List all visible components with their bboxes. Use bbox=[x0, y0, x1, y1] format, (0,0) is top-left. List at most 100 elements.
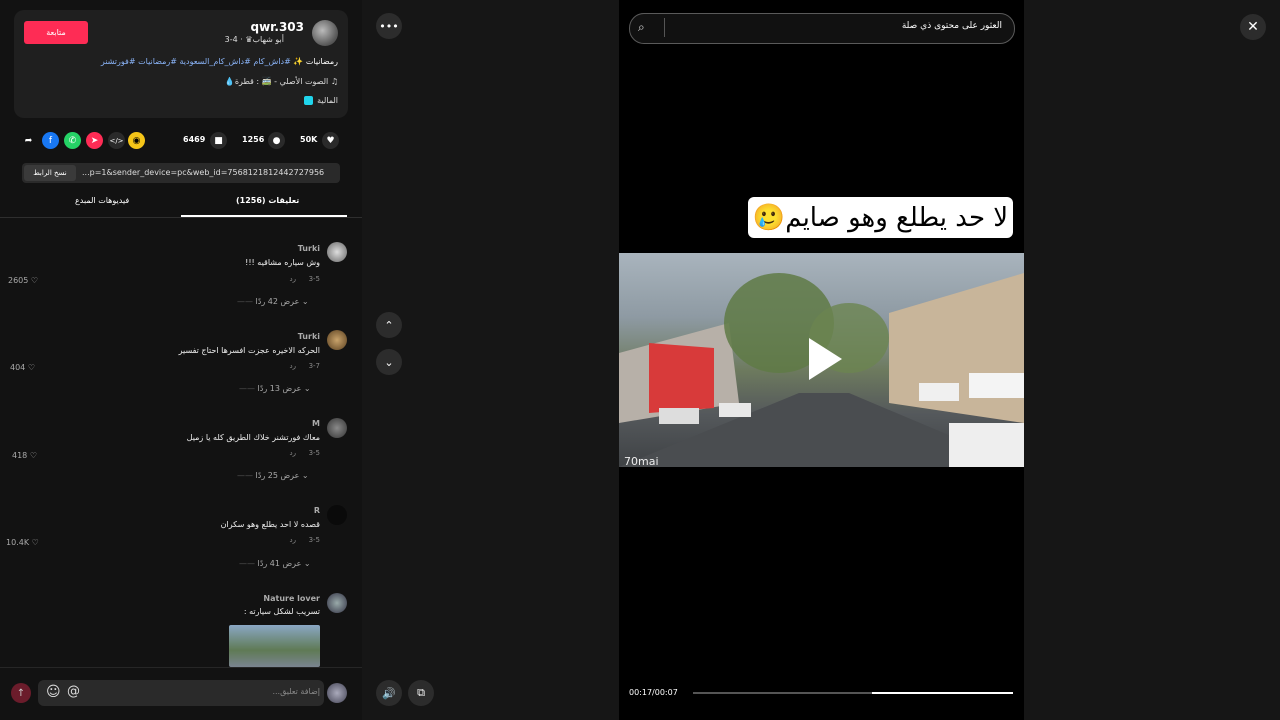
car bbox=[659, 408, 699, 424]
heart-icon[interactable]: ♥ bbox=[322, 132, 339, 149]
hashtag-link[interactable]: #داش_كام bbox=[253, 57, 290, 66]
reply-link[interactable]: رد bbox=[290, 449, 297, 457]
chevron-down-icon: ⌄ bbox=[384, 355, 394, 369]
comment-like-count: 10.4K bbox=[6, 538, 30, 547]
search-divider bbox=[664, 18, 665, 37]
car bbox=[919, 383, 959, 401]
comment-date: 3-5 bbox=[308, 536, 320, 544]
hashtag-link[interactable]: #فورتشنر bbox=[101, 57, 136, 66]
comment-text: معاك فورتشنر خلاك الطريق كله يا زميل bbox=[186, 433, 320, 442]
badge-icon bbox=[304, 96, 314, 105]
previous-video-button[interactable]: ⌃ bbox=[376, 312, 402, 338]
next-video-button[interactable]: ⌄ bbox=[376, 349, 402, 375]
telegram-icon[interactable]: ➤ bbox=[86, 132, 103, 149]
tab-divider bbox=[0, 217, 362, 218]
left-panel: متابعة qwr.303 أبو شهاب♛ · 4-3 رمضانيات … bbox=[0, 0, 362, 720]
author-username[interactable]: qwr.303 bbox=[251, 20, 305, 34]
close-button[interactable]: ✕ bbox=[1240, 14, 1266, 40]
music-link[interactable]: ♫ الصوت الأصلي - 🚎 : قطرة💧 bbox=[225, 77, 338, 86]
tab-comments[interactable]: (1256) تعليقات bbox=[236, 196, 299, 205]
view-replies-label: عرض 41 ردًا bbox=[257, 559, 302, 568]
save-count: 6469 bbox=[183, 135, 206, 144]
close-icon: ✕ bbox=[1247, 19, 1259, 35]
view-replies[interactable]: ⌄ عرض 41 ردًا —— bbox=[239, 559, 311, 568]
coin-icon[interactable]: ◉ bbox=[128, 132, 145, 149]
tab-active-indicator bbox=[181, 215, 347, 217]
comment-text: الحركه الاخيره عجزت افسرها احتاج تفسير bbox=[178, 346, 320, 355]
location-badge[interactable]: المالية bbox=[304, 96, 338, 105]
reply-link[interactable]: رد bbox=[290, 536, 297, 544]
picture-in-picture-icon: ⧉ bbox=[417, 686, 425, 699]
comment-like-count: 404 bbox=[10, 363, 26, 372]
comment-author[interactable]: M bbox=[312, 419, 320, 428]
view-replies-label: عرض 42 ردًا bbox=[255, 297, 300, 306]
comment-text: قصده لا احد يطلع وهو سكران bbox=[220, 520, 320, 529]
car bbox=[969, 373, 1024, 398]
like-count: 50K bbox=[300, 135, 318, 144]
video-frame[interactable] bbox=[619, 253, 1024, 467]
copy-link-button[interactable]: نسخ الرابط bbox=[24, 165, 76, 181]
comment-image[interactable] bbox=[229, 625, 320, 667]
follow-button[interactable]: متابعة bbox=[24, 21, 88, 44]
action-row: ➦ f ✆ ➤ </> ◉ 6469 ■ 1256 ● 50K ♥ bbox=[20, 130, 342, 152]
pip-button[interactable]: ⧉ bbox=[408, 680, 434, 706]
video-time: 00:17/00:07 bbox=[629, 688, 678, 697]
tab-creator-videos[interactable]: فيديوهات المبدع bbox=[75, 196, 129, 205]
facebook-icon[interactable]: f bbox=[42, 132, 59, 149]
video-scene bbox=[619, 273, 1024, 467]
search-icon[interactable]: ⌕ bbox=[638, 20, 645, 35]
chevron-up-icon: ⌃ bbox=[384, 318, 394, 332]
video-link[interactable]: ...p=1&sender_device=pc&web_id=756812181… bbox=[82, 168, 324, 177]
more-options-button[interactable]: ••• bbox=[376, 13, 402, 39]
comment-likes[interactable]: 404 ♡ bbox=[10, 363, 35, 372]
badge-label: المالية bbox=[317, 96, 338, 105]
comment-like-count: 418 bbox=[12, 451, 28, 460]
video-caption: رمضانيات ✨ #داش_كام #داش_كام_السعودية #ر… bbox=[101, 57, 338, 66]
send-button[interactable]: ↑ bbox=[11, 683, 31, 703]
share-icon[interactable]: ➦ bbox=[20, 132, 37, 149]
emoji-icon[interactable]: ☺ bbox=[46, 684, 61, 700]
progress-fill[interactable] bbox=[872, 692, 1013, 694]
avatar[interactable] bbox=[327, 330, 347, 350]
comment-date: 3-5 bbox=[308, 449, 320, 457]
view-replies[interactable]: ⌄ عرض 42 ردًا —— bbox=[237, 297, 309, 306]
author-avatar[interactable] bbox=[312, 20, 338, 46]
bookmark-icon[interactable]: ■ bbox=[210, 132, 227, 149]
user-avatar[interactable] bbox=[327, 683, 347, 703]
comment-author[interactable]: R bbox=[314, 506, 320, 515]
embed-icon[interactable]: </> bbox=[108, 132, 125, 149]
view-replies-label: عرض 13 ردًا bbox=[257, 384, 302, 393]
hashtag-link[interactable]: #رمضانيات bbox=[138, 57, 177, 66]
view-replies[interactable]: ⌄ عرض 13 ردًا —— bbox=[239, 384, 311, 393]
volume-button[interactable]: 🔊 bbox=[376, 680, 402, 706]
comment-date: 3-7 bbox=[308, 362, 320, 370]
avatar[interactable] bbox=[327, 593, 347, 613]
reply-link[interactable]: رد bbox=[290, 362, 297, 370]
comment-likes[interactable]: 2605 ♡ bbox=[8, 276, 38, 285]
reply-link[interactable]: رد bbox=[290, 275, 297, 283]
view-replies-label: عرض 25 ردًا bbox=[255, 471, 300, 480]
comment-author[interactable]: Turki bbox=[298, 244, 320, 253]
comment-likes[interactable]: 10.4K ♡ bbox=[6, 538, 39, 547]
avatar[interactable] bbox=[327, 418, 347, 438]
car bbox=[719, 403, 751, 417]
speaker-icon: 🔊 bbox=[382, 686, 396, 700]
comment-text: وش سياره مشاقيه !!! bbox=[245, 258, 320, 267]
comment-count: 1256 bbox=[242, 135, 265, 144]
view-replies[interactable]: ⌄ عرض 25 ردًا —— bbox=[237, 471, 309, 480]
comment-author[interactable]: Nature lover bbox=[263, 594, 320, 603]
comment-author[interactable]: Turki bbox=[298, 332, 320, 341]
comment-icon[interactable]: ● bbox=[268, 132, 285, 149]
comment-placeholder: إضافة تعليق... bbox=[272, 687, 320, 696]
caption-prefix: رمضانيات ✨ bbox=[293, 57, 338, 66]
avatar[interactable] bbox=[327, 505, 347, 525]
avatar[interactable] bbox=[327, 242, 347, 262]
comment-like-count: 2605 bbox=[8, 276, 29, 285]
mention-icon[interactable]: @ bbox=[67, 684, 80, 699]
search-placeholder: العثور على محتوى ذي صلة bbox=[901, 21, 1002, 31]
whatsapp-icon[interactable]: ✆ bbox=[64, 132, 81, 149]
hashtag-link[interactable]: #داش_كام_السعودية bbox=[179, 57, 250, 66]
red-awning bbox=[649, 343, 714, 413]
comment-text: تسريب لشكل سيارته : bbox=[243, 607, 320, 616]
comment-likes[interactable]: 418 ♡ bbox=[12, 451, 37, 460]
